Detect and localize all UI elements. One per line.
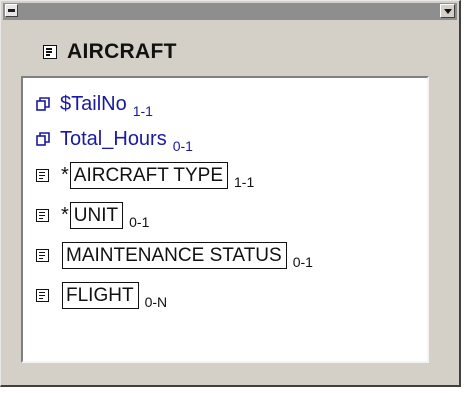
link-icon	[36, 97, 50, 111]
entity-icon	[43, 45, 57, 59]
cardinality-label: 0-1	[172, 138, 193, 154]
cardinality-label: 0-N	[144, 294, 168, 310]
entity-icon	[36, 208, 49, 222]
system-menu-button[interactable]	[5, 4, 18, 17]
required-marker: *	[61, 203, 69, 226]
relationship-row[interactable]: * UNIT 0-1	[36, 199, 149, 231]
entity-header: AIRCRAFT	[21, 30, 439, 74]
entity-icon	[36, 168, 49, 182]
relationship-name[interactable]: UNIT	[69, 201, 124, 229]
cardinality-label: 1-1	[234, 174, 255, 190]
entity-icon	[36, 248, 49, 262]
entity-title: AIRCRAFT	[67, 40, 177, 63]
chevron-down-icon	[444, 9, 452, 14]
relationship-row[interactable]: * AIRCRAFT TYPE 1-1	[36, 159, 254, 191]
cardinality-label: 0-1	[129, 214, 150, 230]
relationship-name[interactable]: AIRCRAFT TYPE	[69, 161, 229, 189]
cardinality-label: 1-1	[132, 103, 153, 119]
title-bar[interactable]	[3, 3, 457, 20]
entity-icon	[36, 288, 49, 302]
cardinality-label: 0-1	[292, 254, 313, 270]
attribute-row[interactable]: $TailNo 1-1	[36, 88, 153, 120]
attribute-row[interactable]: Total_Hours 0-1	[36, 123, 193, 155]
relationship-name[interactable]: FLIGHT	[62, 281, 139, 309]
relationship-row[interactable]: MAINTENANCE STATUS 0-1	[36, 239, 313, 271]
relationship-row[interactable]: FLIGHT 0-N	[36, 279, 167, 311]
relationship-name[interactable]: MAINTENANCE STATUS	[62, 241, 287, 269]
required-marker: *	[61, 163, 69, 186]
minimize-glyph-icon	[8, 9, 15, 12]
attribute-list: $TailNo 1-1 Total_Hours 0-1 * AIRCRAFT T…	[21, 76, 429, 363]
dropdown-button[interactable]	[440, 4, 455, 18]
attribute-name: $TailNo	[60, 92, 127, 115]
attribute-name: Total_Hours	[60, 127, 167, 150]
entity-window: AIRCRAFT $TailNo 1-1 Total_Hours 0-1 * A…	[0, 0, 461, 387]
link-icon	[36, 132, 50, 146]
